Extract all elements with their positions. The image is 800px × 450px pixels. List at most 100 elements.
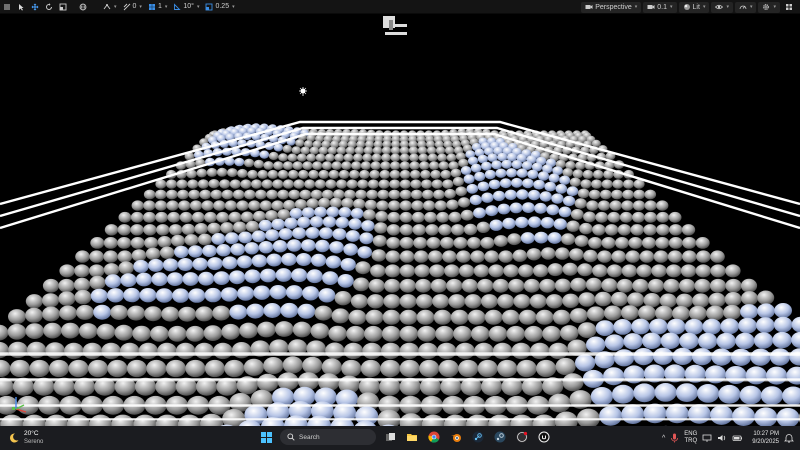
grid-ball <box>123 287 141 303</box>
unreal-engine-button[interactable] <box>536 429 552 445</box>
grid-ball <box>399 169 411 179</box>
grid-ball <box>455 186 468 197</box>
grid-ball <box>260 268 277 283</box>
grid-ball <box>315 239 330 253</box>
lang-top: ENG <box>684 430 698 437</box>
grid-ball <box>539 191 552 202</box>
grid-ball <box>25 307 43 323</box>
grid-ball <box>328 169 340 179</box>
lighting-mode-dropdown[interactable]: Lit ▾ <box>678 1 710 13</box>
viewport-settings-dropdown[interactable]: ▾ <box>758 1 780 13</box>
grid-ball <box>368 278 385 293</box>
grid-ball <box>667 250 683 263</box>
grid-ball <box>570 277 587 292</box>
grid-ball <box>488 264 504 278</box>
microphone-icon[interactable] <box>670 433 679 443</box>
grid-ball <box>586 336 606 353</box>
grid-ball <box>272 240 288 253</box>
show-flags-dropdown[interactable]: ▾ <box>711 1 733 13</box>
grid-ball <box>203 325 223 341</box>
display-icon[interactable] <box>702 433 712 443</box>
grid-snap-button[interactable]: 1 ▾ <box>145 1 170 13</box>
grid-ball <box>529 294 547 309</box>
grid-ball <box>552 309 571 325</box>
notifications-bell-icon[interactable] <box>784 433 794 443</box>
scale-snap-button[interactable]: 0.25 ▾ <box>202 1 237 13</box>
perspective-dropdown[interactable]: Perspective ▾ <box>581 1 642 13</box>
rotation-snap-button[interactable]: 10° ▾ <box>170 1 202 13</box>
steam-alt-button[interactable] <box>492 429 508 445</box>
input-language-indicator[interactable]: ENG TRQ <box>684 431 697 446</box>
scale-icon[interactable] <box>56 1 70 13</box>
grid-ball <box>467 309 486 325</box>
steam-button[interactable] <box>470 429 486 445</box>
viewport-layout-button[interactable] <box>782 1 796 13</box>
grid-ball <box>104 224 119 236</box>
grid-ball <box>191 211 205 223</box>
directional-light-actor-icon[interactable] <box>299 87 307 96</box>
grid-ball <box>381 153 391 162</box>
grid-ball <box>526 248 542 261</box>
grid-ball <box>212 305 231 321</box>
rotate-icon[interactable] <box>42 1 56 13</box>
grid-ball <box>239 322 258 339</box>
grid-ball <box>177 189 189 200</box>
grid-ball <box>251 254 268 268</box>
weather-widget[interactable]: 20°C Sereno <box>8 430 43 446</box>
grid-ball <box>437 153 447 162</box>
grid-ball <box>43 322 62 339</box>
grid-ball <box>548 173 560 183</box>
camera-speed-value: 0.1 <box>657 3 668 11</box>
grid-ball <box>511 342 531 360</box>
grid-ball <box>611 250 626 263</box>
grid-ball <box>438 359 459 378</box>
show-hidden-icons-button[interactable]: ^ <box>662 435 665 442</box>
sky-light-actor-icon[interactable] <box>383 16 407 35</box>
grid-ball <box>379 169 391 179</box>
surface-snap-button[interactable]: ▾ <box>100 1 120 13</box>
viewport-scene[interactable] <box>0 14 800 426</box>
grid-ball <box>238 231 253 244</box>
grid-ball <box>274 321 294 337</box>
near-light-rail <box>0 418 800 421</box>
level-viewport[interactable] <box>0 14 800 426</box>
grid-ball <box>492 342 513 360</box>
grid-ball <box>515 216 529 229</box>
grid-ball <box>399 146 410 155</box>
grid-ball <box>120 273 137 287</box>
grid-ball <box>621 264 638 278</box>
camera-speed-dropdown[interactable]: 0.1 ▾ <box>643 1 677 13</box>
performance-dropdown[interactable]: ▾ <box>734 1 757 13</box>
blender-button[interactable] <box>448 429 464 445</box>
search-icon <box>287 433 295 441</box>
grid-ball <box>695 237 710 249</box>
battery-icon[interactable] <box>732 433 743 443</box>
grid-ball <box>399 325 419 342</box>
grid-ball <box>296 153 307 162</box>
surface-snap-value-button[interactable]: 0 ▾ <box>120 1 145 13</box>
hamburger-menu-icon[interactable] <box>0 1 14 13</box>
chrome-button[interactable] <box>426 429 442 445</box>
taskbar-search-box[interactable]: Search <box>280 429 376 445</box>
grid-ball <box>192 257 208 271</box>
system-clock[interactable]: 10:27 PM 9/20/2025 <box>752 430 779 446</box>
world-globe-icon[interactable] <box>76 1 90 13</box>
grid-ball <box>501 159 512 169</box>
start-button[interactable] <box>258 429 274 445</box>
grid-ball <box>444 188 456 199</box>
volume-icon[interactable] <box>717 433 727 443</box>
obs-button[interactable] <box>514 429 530 445</box>
grid-ball <box>133 259 149 273</box>
select-arrow-icon[interactable] <box>14 1 28 13</box>
file-explorer-button[interactable] <box>404 429 420 445</box>
grid-ball <box>388 200 401 211</box>
grid-ball <box>555 357 576 376</box>
grid-ball <box>718 384 741 404</box>
grid-ball <box>477 359 498 378</box>
task-view-button[interactable] <box>382 429 398 445</box>
grid-ball <box>295 139 305 147</box>
translate-icon[interactable] <box>28 1 42 13</box>
grid-ball <box>786 366 800 385</box>
grid-ball <box>435 325 454 342</box>
grid-ball <box>776 408 800 426</box>
